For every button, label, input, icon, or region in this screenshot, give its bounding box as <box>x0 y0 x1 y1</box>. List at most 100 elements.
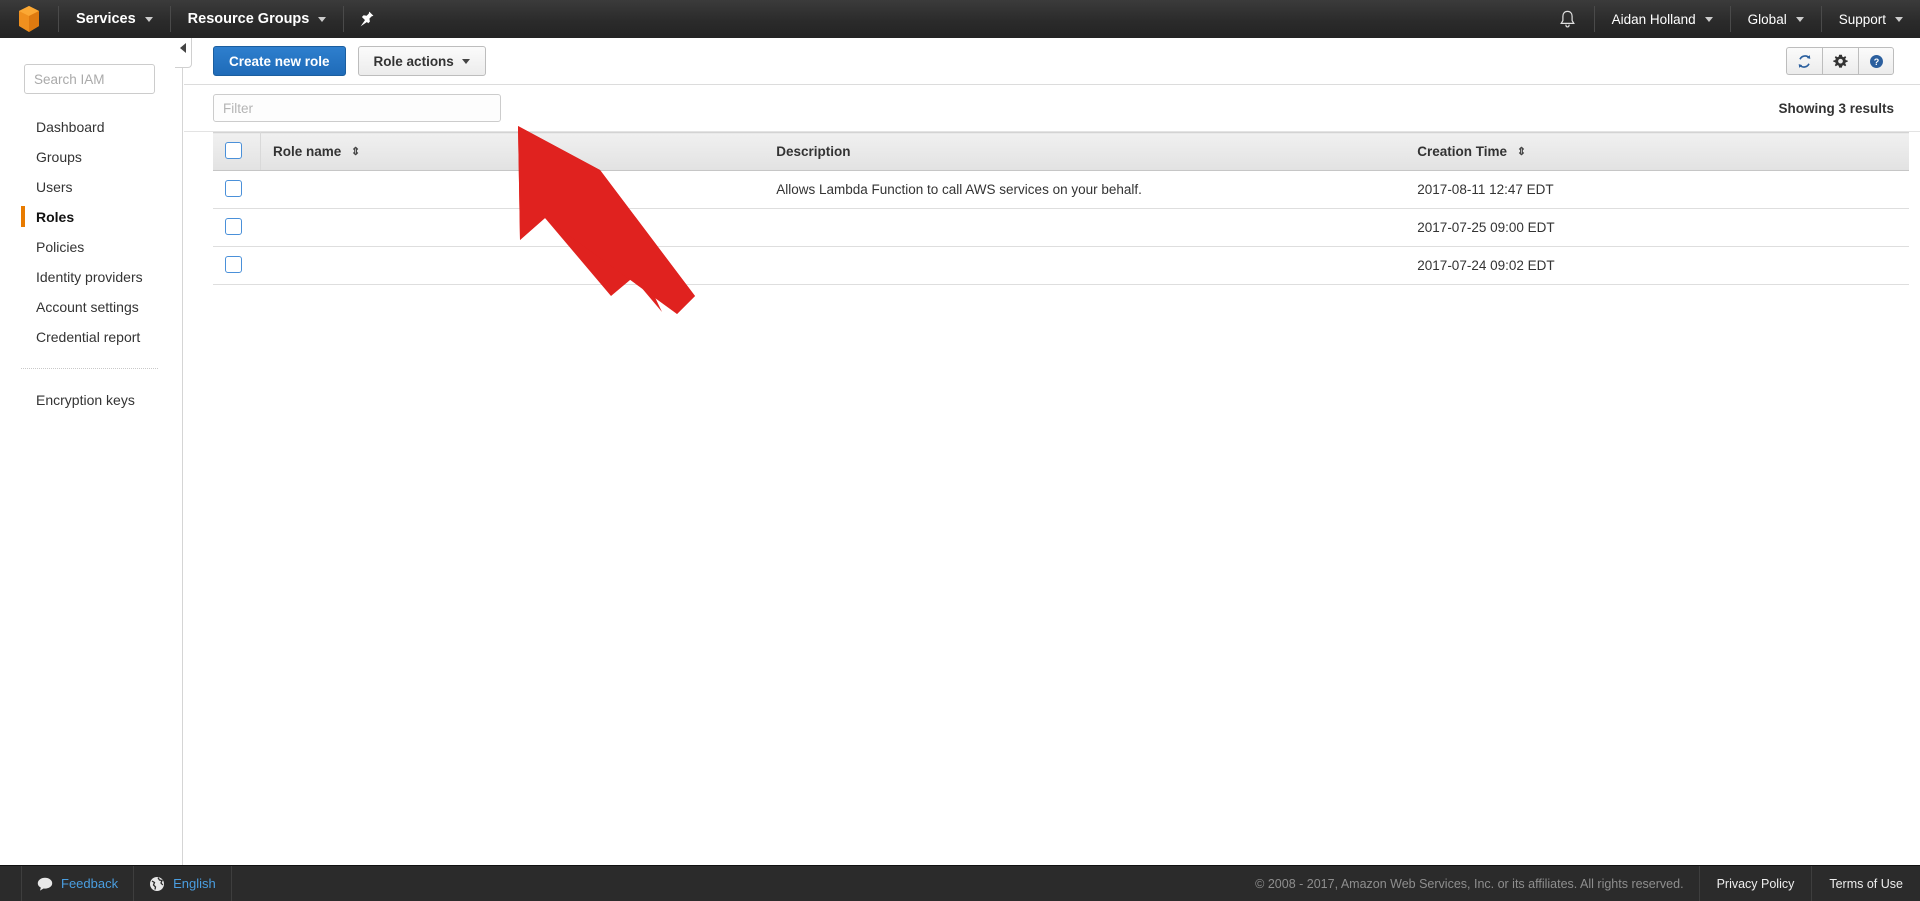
table-row[interactable]: 2017-07-25 09:00 EDT <box>213 208 1909 247</box>
sidebar-divider <box>21 368 158 369</box>
sidebar-item-label: Roles <box>36 209 75 225</box>
toolbar-icon-group: ? <box>1786 47 1894 75</box>
table-row[interactable]: Allows Lambda Function to call AWS servi… <box>213 170 1909 209</box>
page-footer: Feedback English © 2008 - 2017, Amazon W… <box>0 865 1920 901</box>
nav-resource-groups-label: Resource Groups <box>187 11 310 27</box>
create-new-role-button[interactable]: Create new role <box>213 46 346 76</box>
language-label: English <box>173 876 216 891</box>
nav-region-menu[interactable]: Global <box>1731 0 1821 38</box>
gear-icon <box>1833 54 1848 68</box>
sidebar-item-label: Policies <box>36 239 85 255</box>
roles-table-head: Role name ⇕ Description Creation Time ⇕ <box>213 132 1909 171</box>
row-checkbox[interactable] <box>225 255 242 273</box>
sidebar-item-label: Credential report <box>36 329 141 345</box>
globe-icon <box>150 876 165 891</box>
privacy-policy-link[interactable]: Privacy Policy <box>1698 866 1812 901</box>
role-description-cell <box>764 246 1406 285</box>
roles-table: Role name ⇕ Description Creation Time ⇕ … <box>213 132 1909 285</box>
sidebar-item-label: Groups <box>36 149 82 165</box>
row-checkbox[interactable] <box>225 217 242 235</box>
nav-pin-button[interactable] <box>344 0 390 38</box>
nav-account-label: Aidan Holland <box>1611 11 1696 27</box>
header-select-all-cell <box>213 132 261 171</box>
table-header-row: Role name ⇕ Description Creation Time ⇕ <box>213 132 1909 171</box>
chevron-left-icon <box>180 43 186 53</box>
footer-left-group: Feedback English <box>21 866 232 901</box>
select-all-checkbox[interactable] <box>225 141 242 159</box>
chevron-down-icon <box>1704 16 1713 22</box>
speech-bubble-icon <box>37 877 53 891</box>
role-description-cell <box>764 208 1406 247</box>
row-checkbox-cell <box>213 208 261 247</box>
sidebar-nav-list: Dashboard Groups Users Roles Policies Identit… <box>0 112 182 352</box>
feedback-button[interactable]: Feedback <box>21 866 133 901</box>
sidebar-item-groups[interactable]: Groups <box>0 142 182 172</box>
top-navigation-bar: Services Resource Groups Aidan Holland G… <box>0 0 1920 38</box>
filter-input[interactable] <box>213 94 501 122</box>
chevron-down-icon <box>144 16 153 22</box>
sidebar-item-label: Encryption keys <box>36 392 135 408</box>
row-checkbox[interactable] <box>225 179 242 197</box>
nav-resource-groups[interactable]: Resource Groups <box>171 0 344 38</box>
language-button[interactable]: English <box>133 866 232 901</box>
header-role-name-label: Role name <box>273 144 342 159</box>
svg-text:?: ? <box>1873 56 1879 66</box>
sidebar-item-dashboard[interactable]: Dashboard <box>0 112 182 142</box>
sort-icon: ⇕ <box>1516 146 1527 158</box>
help-button[interactable]: ? <box>1858 47 1894 75</box>
pin-icon <box>360 11 374 27</box>
roles-toolbar: Create new role Role actions ? <box>184 38 1920 85</box>
role-name-cell <box>260 246 765 285</box>
sidebar-item-label: Identity providers <box>36 269 143 285</box>
nav-services-label: Services <box>76 11 136 27</box>
settings-button[interactable] <box>1822 47 1858 75</box>
create-new-role-label: Create new role <box>229 53 330 69</box>
header-creation-time[interactable]: Creation Time ⇕ <box>1405 132 1909 171</box>
sort-icon: ⇕ <box>351 146 361 158</box>
search-input[interactable] <box>24 64 155 94</box>
aws-cube-logo-icon <box>19 6 39 32</box>
header-role-name[interactable]: Role name ⇕ <box>260 132 765 171</box>
chevron-down-icon <box>1895 16 1903 22</box>
role-actions-button[interactable]: Role actions <box>357 46 486 76</box>
sidebar-item-credential-report[interactable]: Credential report <box>0 322 182 352</box>
sidebar-item-identity-providers[interactable]: Identity providers <box>0 262 182 292</box>
aws-cube-logo[interactable] <box>0 0 58 38</box>
copyright-text: © 2008 - 2017, Amazon Web Services, Inc.… <box>1255 876 1684 891</box>
nav-support-menu[interactable]: Support <box>1822 0 1920 38</box>
header-creation-time-label: Creation Time <box>1417 144 1508 159</box>
help-question-icon: ? <box>1869 54 1883 68</box>
chevron-down-icon <box>318 16 327 22</box>
nav-support-label: Support <box>1838 11 1886 27</box>
notifications-button[interactable] <box>1541 0 1594 38</box>
sidebar-secondary-list: Encryption keys <box>0 385 182 415</box>
role-actions-label: Role actions <box>373 53 454 69</box>
role-name-cell <box>260 208 765 247</box>
refresh-icon <box>1798 54 1811 68</box>
results-count-label: Showing 3 results <box>1778 100 1894 116</box>
nav-account-menu[interactable]: Aidan Holland <box>1595 0 1730 38</box>
sidebar-item-users[interactable]: Users <box>0 172 182 202</box>
filter-bar: Showing 3 results <box>184 85 1920 132</box>
sidebar-item-label: Account settings <box>36 299 139 315</box>
footer-right-group: © 2008 - 2017, Amazon Web Services, Inc.… <box>1240 866 1920 901</box>
sidebar-item-roles[interactable]: Roles <box>0 202 182 232</box>
role-description-cell: Allows Lambda Function to call AWS servi… <box>764 170 1406 209</box>
row-checkbox-cell <box>213 246 261 285</box>
sidebar-item-label: Dashboard <box>36 119 105 135</box>
top-nav-right-group: Aidan Holland Global Support <box>1541 0 1920 38</box>
role-creation-time-cell: 2017-07-25 09:00 EDT <box>1405 208 1909 247</box>
sidebar-item-policies[interactable]: Policies <box>0 232 182 262</box>
header-description-label: Description <box>776 144 851 159</box>
nav-services[interactable]: Services <box>59 0 170 38</box>
main-content: Create new role Role actions ? Filter Sh… <box>184 38 1920 885</box>
table-row[interactable]: 2017-07-24 09:02 EDT <box>213 246 1909 285</box>
refresh-button[interactable] <box>1786 47 1822 75</box>
terms-of-use-link[interactable]: Terms of Use <box>1811 866 1920 901</box>
sidebar-item-account-settings[interactable]: Account settings <box>0 292 182 322</box>
iam-sidebar: Dashboard Groups Users Roles Policies Identit… <box>0 38 183 885</box>
sidebar-item-label: Users <box>36 179 73 195</box>
sidebar-item-encryption-keys[interactable]: Encryption keys <box>0 385 182 415</box>
role-name-cell <box>260 170 765 209</box>
chevron-down-icon <box>1795 16 1804 22</box>
